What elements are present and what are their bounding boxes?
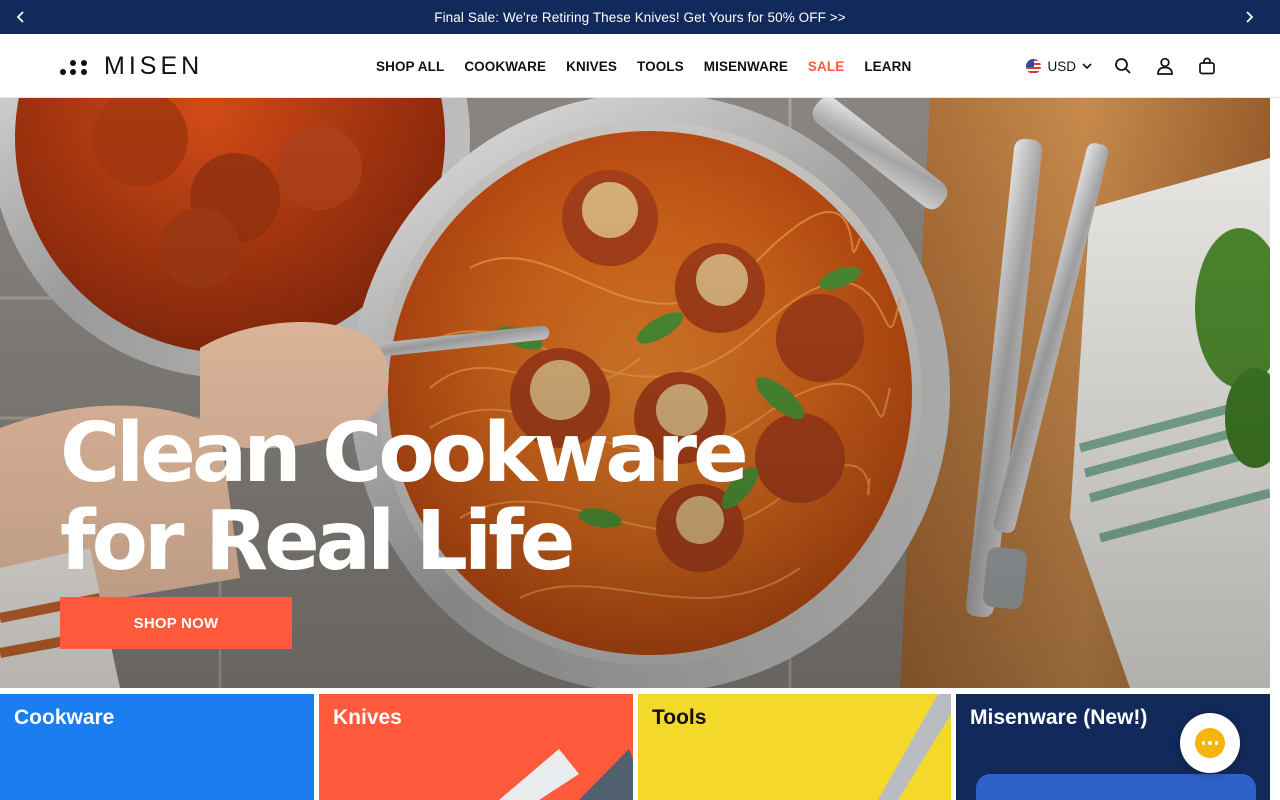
nav-learn[interactable]: LEARN [864,59,911,74]
shop-now-button[interactable]: SHOP NOW [60,597,292,649]
account-icon [1157,57,1173,75]
announcement-message[interactable]: Final Sale: We're Retiring These Knives!… [434,10,846,25]
tile-cookware-label: Cookware [14,706,115,729]
nav-shop-all[interactable]: SHOP ALL [376,59,444,74]
announcement-bar: Final Sale: We're Retiring These Knives!… [0,0,1280,34]
hero-title: Clean Cookware for Real Life [60,406,749,589]
chevron-left-icon [16,11,24,23]
site-logo[interactable]: MISEN [60,52,203,81]
main-nav: SHOP ALL COOKWARE KNIVES TOOLS MISENWARE… [366,34,921,98]
tile-knives[interactable]: Knives [319,694,633,800]
tile-cookware[interactable]: Cookware [0,694,314,800]
nav-cookware[interactable]: COOKWARE [464,59,546,74]
nav-sale[interactable]: SALE [808,59,844,74]
logo-mark-icon [60,57,94,77]
search-button[interactable] [1112,55,1134,77]
cart-button[interactable] [1196,55,1218,77]
nav-misenware[interactable]: MISENWARE [704,59,788,74]
us-flag-icon [1026,58,1042,74]
hero-title-line-2: for Real Life [60,494,575,589]
hero-title-line-1: Clean Cookware [60,406,749,501]
chat-button[interactable] [1180,713,1240,773]
chat-bubble-icon [1195,728,1225,758]
header-utilities: USD [1026,34,1218,98]
chevron-right-icon [1246,11,1254,23]
knife-product-image [499,749,633,800]
search-icon [1115,58,1131,74]
account-button[interactable] [1154,55,1176,77]
announcement-prev-button[interactable] [4,0,38,34]
cart-icon [1199,57,1215,75]
nav-knives[interactable]: KNIVES [566,59,617,74]
category-tiles: Cookware Knives Tools Misenware (New!) [0,694,1280,800]
announcement-next-button[interactable] [1232,0,1266,34]
chevron-down-icon [1082,63,1092,70]
currency-label: USD [1047,58,1076,74]
tool-product-image [878,694,951,800]
nav-tools[interactable]: TOOLS [637,59,684,74]
currency-selector[interactable]: USD [1026,58,1092,74]
site-header: MISEN SHOP ALL COOKWARE KNIVES TOOLS MIS… [0,34,1280,98]
logo-wordmark: MISEN [104,52,204,80]
hero-banner: Clean Cookware for Real Life SHOP NOW [0,98,1270,688]
tile-tools[interactable]: Tools [638,694,951,800]
